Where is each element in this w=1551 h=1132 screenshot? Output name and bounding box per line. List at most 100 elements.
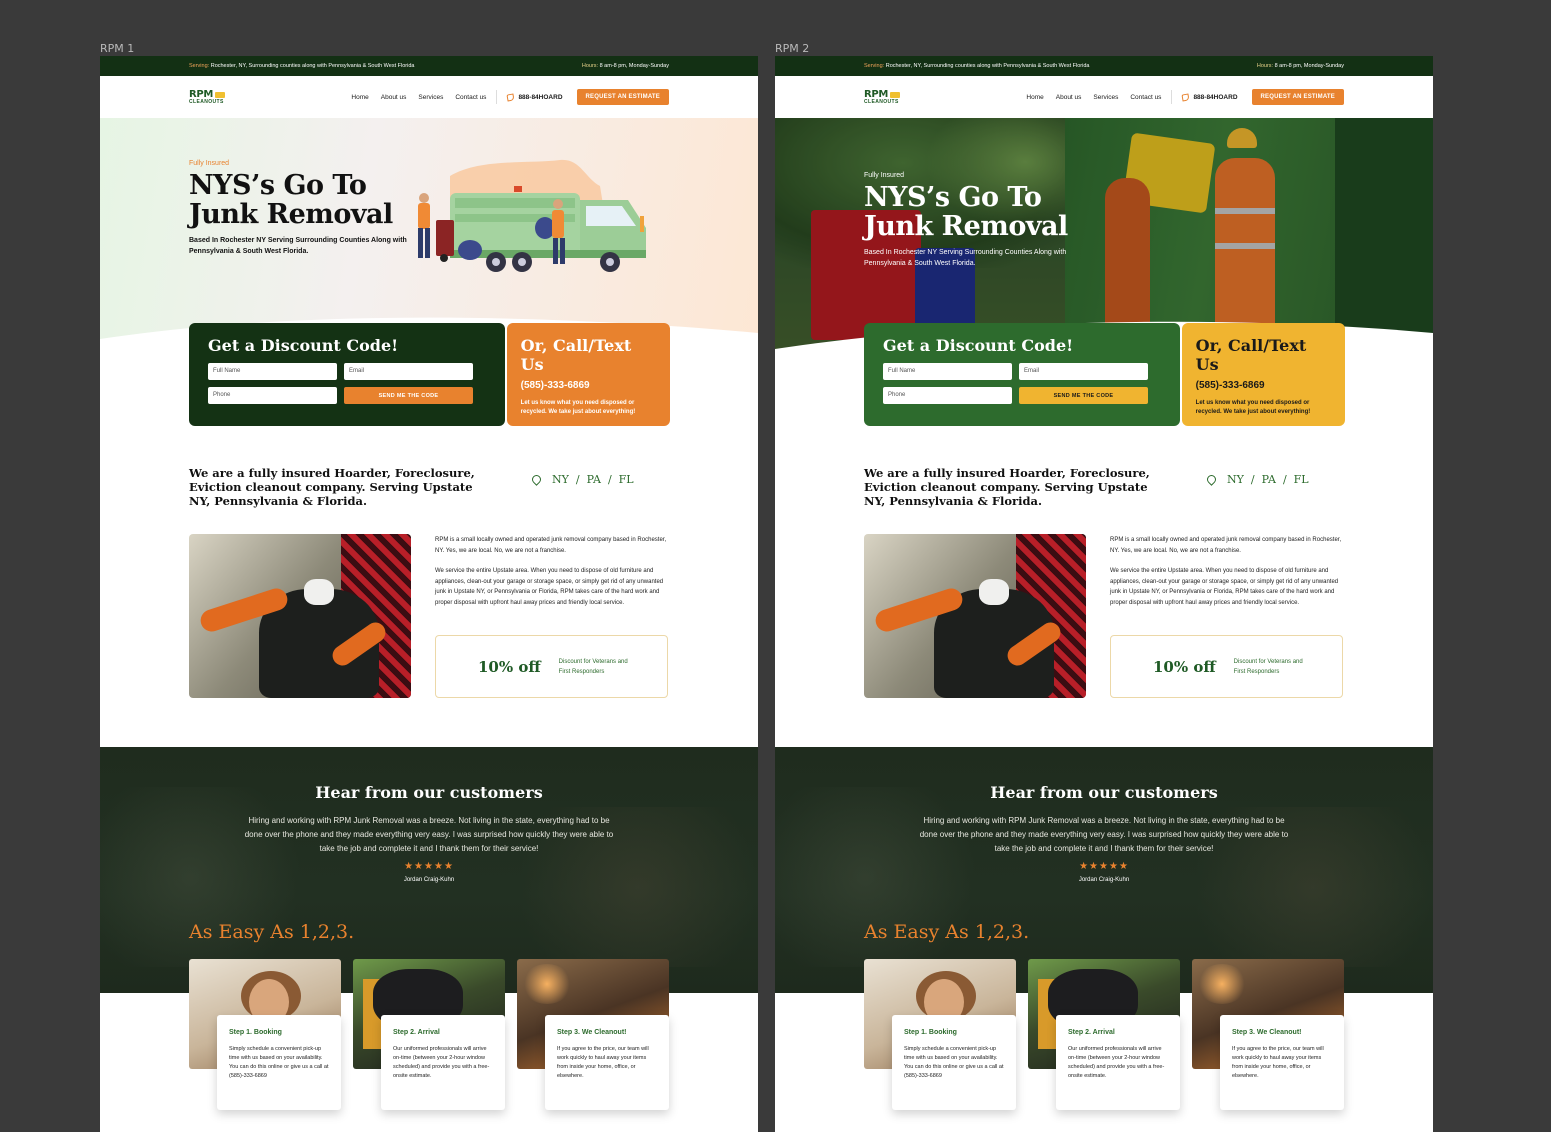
email-input[interactable]: Email [1019,363,1148,380]
step-arrival: Step 2. Arrival Our uniformed profession… [353,959,505,1110]
step-card: Step 3. We Cleanout! If you agree to the… [545,1015,669,1110]
nav-links: Home About us Services Contact us [1026,94,1161,101]
call-title: Or, Call/Text Us [1195,336,1307,374]
testimonial-heading: Hear from our customers [990,783,1218,802]
truck-icon [890,91,901,98]
about-text: RPM is a small locally owned and operate… [435,537,667,606]
artboard-label: RPM 1 [100,42,135,55]
step-booking: Step 1. Booking Simply schedule a conven… [864,959,1016,1110]
nav-link-contact[interactable]: Contact us [1130,94,1161,101]
call-number[interactable]: (585)-333-6869 [521,380,656,391]
garbage-truck-illustration [418,159,646,272]
nav-link-home[interactable]: Home [351,94,368,101]
artboard-rpm-1: Serving: Rochester, NY, Surrounding coun… [100,56,758,1132]
step-card: Step 3. We Cleanout! If you agree to the… [1220,1015,1344,1110]
top-info-bar: Serving: Rochester, NY, Surrounding coun… [100,56,758,76]
testimonial-quote: Hiring and working with RPM Junk Removal… [919,816,1289,853]
step-cleanout: Step 3. We Cleanout! If you agree to the… [517,959,669,1110]
top-info-bar: Serving: Rochester, NY, Surrounding coun… [775,56,1433,76]
nav-link-home[interactable]: Home [1026,94,1043,101]
call-number[interactable]: (585)-333-6869 [1196,380,1331,391]
nav-links: Home About us Services Contact us [351,94,486,101]
main-nav: RPM CLEANOUTS Home About us Services Con… [775,76,1433,118]
hero-eyebrow: Fully Insured [189,160,230,167]
about-heading: We are a fully insured Hoarder, Foreclos… [189,466,475,508]
step-arrival: Step 2. Arrival Our uniformed profession… [1028,959,1180,1110]
nav-link-contact[interactable]: Contact us [455,94,486,101]
testimonial-section: Hear from our customers Hiring and worki… [775,747,1433,993]
artboard-label: RPM 2 [775,42,810,55]
hero-title: NYS’s Go To Junk Removal [864,182,1068,242]
logo[interactable]: RPM CLEANOUTS [189,89,226,105]
full-name-input[interactable]: Full Name [208,363,337,380]
steps-heading: As Easy As 1,2,3. [189,921,355,943]
hero-title: NYS’s Go To Junk Removal [189,170,393,230]
step-cleanout: Step 3. We Cleanout! If you agree to the… [1192,959,1344,1110]
service-states: NY / PA / FL [530,473,634,486]
nav-phone-link[interactable]: 888-84HOARD [1171,90,1238,104]
email-input[interactable]: Email [344,363,473,380]
phone-input[interactable]: Phone [208,387,337,404]
about-text: RPM is a small locally owned and operate… [1110,537,1342,606]
step-card: Step 2. Arrival Our uniformed profession… [1056,1015,1180,1110]
call-text-card: Or, Call/Text Us (585)-333-6869 Let us k… [506,323,670,426]
serving-info: Serving: Rochester, NY, Surrounding coun… [189,63,415,69]
request-estimate-button[interactable]: REQUEST AN ESTIMATE [576,89,669,105]
testimonial-author: Jordan Craig-Kuhn [403,877,455,883]
service-states: NY / PA / FL [1205,473,1309,486]
discount-form: Get a Discount Code! Full Name Email Pho… [864,323,1180,426]
phone-icon [506,92,515,102]
send-code-button[interactable]: SEND ME THE CODE [344,387,473,404]
serving-info: Serving: Rochester, NY, Surrounding coun… [864,63,1090,69]
hero: Fully Insured NYS’s Go To Junk Removal B… [775,118,1433,358]
nav-link-about[interactable]: About us [1056,94,1082,101]
call-text-card: Or, Call/Text Us (585)-333-6869 Let us k… [1181,323,1345,426]
discount-note: Discount for Veterans and First Responde… [1233,658,1303,675]
send-code-button[interactable]: SEND ME THE CODE [1019,387,1148,404]
discount-box: 10% off Discount for Veterans and First … [1110,635,1343,698]
discount-amount: 10% off [478,657,541,676]
phone-input[interactable]: Phone [883,387,1012,404]
artboard-rpm-2: Serving: Rochester, NY, Surrounding coun… [775,56,1433,1132]
lead-form-section: Get a Discount Code! Full Name Email Pho… [189,323,670,426]
main-nav: RPM CLEANOUTS Home About us Services Con… [100,76,758,118]
hero: Fully Insured NYS’s Go To Junk Removal B… [100,118,758,359]
call-title: Or, Call/Text Us [520,336,632,374]
logo[interactable]: RPM CLEANOUTS [864,89,901,105]
nav-link-about[interactable]: About us [381,94,407,101]
step-card: Step 1. Booking Simply schedule a conven… [217,1015,341,1110]
location-pin-icon [1205,473,1218,486]
form-title: Get a Discount Code! [883,336,1074,355]
testimonial-heading: Hear from our customers [315,783,543,802]
discount-amount: 10% off [1153,657,1216,676]
hero-subtitle: Based In Rochester NY Serving Surroundin… [189,237,407,255]
nav-link-services[interactable]: Services [1093,94,1118,101]
hero-text: Fully Insured NYS’s Go To Junk Removal B… [864,172,1084,269]
full-name-input[interactable]: Full Name [883,363,1012,380]
call-note: Let us know what you need disposed or re… [520,400,636,415]
truck-icon [215,91,226,98]
discount-form: Get a Discount Code! Full Name Email Pho… [189,323,505,426]
lead-form-section: Get a Discount Code! Full Name Email Pho… [864,323,1345,426]
trash-bag-photo [189,534,411,698]
hours-info: Hours: 8 am-8 pm, Monday-Sunday [581,63,669,69]
testimonial-quote: Hiring and working with RPM Junk Removal… [244,816,614,853]
nav-link-services[interactable]: Services [418,94,443,101]
testimonial-section: Hear from our customers Hiring and worki… [100,747,758,993]
discount-box: 10% off Discount for Veterans and First … [435,635,668,698]
form-title: Get a Discount Code! [208,336,399,355]
phone-icon [1181,92,1190,102]
about-heading: We are a fully insured Hoarder, Foreclos… [864,466,1150,508]
hero-subtitle: Based In Rochester NY Serving Surroundin… [864,249,1067,267]
hero-eyebrow: Fully Insured [864,172,905,179]
hero-text: Fully Insured NYS’s Go To Junk Removal B… [189,160,409,257]
step-card: Step 1. Booking Simply schedule a conven… [892,1015,1016,1110]
nav-phone-link[interactable]: 888-84HOARD [496,90,563,104]
rating-stars: ★★★★★ [404,861,454,872]
hours-info: Hours: 8 am-8 pm, Monday-Sunday [1256,63,1344,69]
step-card: Step 2. Arrival Our uniformed profession… [381,1015,505,1110]
location-pin-icon [530,473,543,486]
call-note: Let us know what you need disposed or re… [1195,400,1311,415]
trash-bag-photo [864,534,1086,698]
request-estimate-button[interactable]: REQUEST AN ESTIMATE [1251,89,1344,105]
